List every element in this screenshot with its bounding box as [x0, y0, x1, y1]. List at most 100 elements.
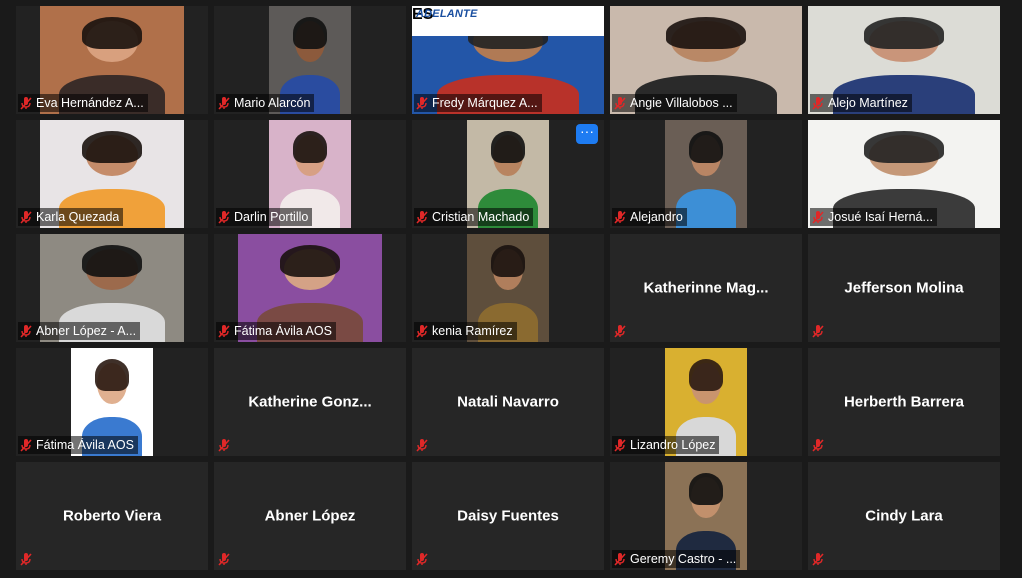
participant-name: Fredy Márquez A...: [432, 96, 538, 110]
participant-name-label: [414, 550, 434, 568]
participant-tile-eva-hernandez-a[interactable]: Eva Hernández A...: [16, 6, 208, 114]
muted-mic-icon: [18, 437, 34, 453]
participant-name-label: [216, 436, 236, 454]
participant-name-label: [216, 550, 236, 568]
participant-name: Darlin Portillo: [234, 210, 309, 224]
muted-mic-icon: [18, 551, 34, 567]
participant-name: Fátima Ávila AOS: [36, 438, 134, 452]
participant-name-label: Alejandro: [612, 208, 687, 226]
participant-name: Abner López - A...: [36, 324, 137, 338]
banner-text: ADELANTE: [416, 8, 478, 20]
muted-mic-icon: [216, 437, 232, 453]
participant-name: Lizandro López: [630, 438, 716, 452]
participant-name: kenia Ramírez: [432, 324, 513, 338]
participant-name-display: Daisy Fuentes: [457, 507, 559, 525]
background-banner: ADELANTE ES: [412, 6, 604, 37]
participant-name-display: Katherinne Mag...: [643, 279, 769, 297]
participant-tile-herberth-barrera[interactable]: Herberth Barrera: [808, 348, 1000, 456]
participant-name: Josué Isaí Herná...: [828, 210, 933, 224]
participant-tile-angie-villalobos[interactable]: Angie Villalobos ...: [610, 6, 802, 114]
muted-mic-icon: [810, 209, 826, 225]
participant-tile-alejandro[interactable]: Alejandro: [610, 120, 802, 228]
participant-tile-darlin-portillo[interactable]: Darlin Portillo: [214, 120, 406, 228]
participant-name-label: Abner López - A...: [18, 322, 141, 340]
participant-tile-daisy-fuentes[interactable]: Daisy Fuentes: [412, 462, 604, 570]
muted-mic-icon: [612, 323, 628, 339]
participant-tile-fatima-avila-aos[interactable]: Fátima Ávila AOS: [16, 348, 208, 456]
muted-mic-icon: [216, 209, 232, 225]
participant-name-label: Josué Isaí Herná...: [810, 208, 937, 226]
participant-name-display: Natali Navarro: [457, 393, 559, 411]
participant-name: Eva Hernández A...: [36, 96, 144, 110]
muted-mic-icon: [216, 95, 232, 111]
gallery-grid: Eva Hernández A... Mario Alarcón ADELANTE E…: [0, 0, 1022, 578]
participant-tile-fredy-marquez-a[interactable]: ADELANTE ES Fredy Márquez A...: [412, 6, 604, 114]
participant-tile-alejo-martinez[interactable]: Alejo Martínez: [808, 6, 1000, 114]
participant-tile-abner-lopez[interactable]: Abner López: [214, 462, 406, 570]
participant-tile-lizandro-lopez[interactable]: Lizandro López: [610, 348, 802, 456]
participant-name-display: Cindy Lara: [865, 507, 943, 525]
participant-name: Cristian Machado: [432, 210, 530, 224]
participant-name: Mario Alarcón: [234, 96, 311, 110]
participant-tile-jefferson-molina[interactable]: Jefferson Molina: [808, 234, 1000, 342]
participant-name-label: Alejo Martínez: [810, 94, 912, 112]
participant-name-label: Cristian Machado: [414, 208, 534, 226]
participant-name-label: Eva Hernández A...: [18, 94, 148, 112]
muted-mic-icon: [810, 95, 826, 111]
participant-name-label: Geremy Castro - ...: [612, 550, 741, 568]
participant-tile-katherinne-mag[interactable]: Katherinne Mag...: [610, 234, 802, 342]
participant-name: Angie Villalobos ...: [630, 96, 733, 110]
participant-name: Alejo Martínez: [828, 96, 908, 110]
more-options-button[interactable]: ···: [576, 124, 598, 144]
participant-name-display: Jefferson Molina: [844, 279, 964, 297]
muted-mic-icon: [414, 323, 430, 339]
participant-tile-cristian-machado[interactable]: Cristian Machado ···: [412, 120, 604, 228]
muted-mic-icon: [216, 323, 232, 339]
participant-tile-cindy-lara[interactable]: Cindy Lara: [808, 462, 1000, 570]
participant-name-label: [810, 322, 830, 340]
participant-name-label: Fátima Ávila AOS: [18, 436, 138, 454]
muted-mic-icon: [414, 437, 430, 453]
participant-name-label: Karla Quezada: [18, 208, 124, 226]
participant-name: Alejandro: [630, 210, 683, 224]
participant-name: Karla Quezada: [36, 210, 120, 224]
muted-mic-icon: [612, 209, 628, 225]
muted-mic-icon: [414, 209, 430, 225]
muted-mic-icon: [612, 551, 628, 567]
participant-name-display: Roberto Viera: [62, 507, 162, 525]
participant-name-label: Lizandro López: [612, 436, 720, 454]
participant-name-label: Darlin Portillo: [216, 208, 313, 226]
muted-mic-icon: [414, 95, 430, 111]
participant-name: Geremy Castro - ...: [630, 552, 737, 566]
participant-tile-katherine-gonz[interactable]: Katherine Gonz...: [214, 348, 406, 456]
participant-name-label: Fredy Márquez A...: [414, 94, 542, 112]
participant-name-display: Katherine Gonz...: [248, 393, 372, 411]
muted-mic-icon: [612, 95, 628, 111]
participant-name-label: kenia Ramírez: [414, 322, 517, 340]
participant-name-display: Abner López: [264, 507, 356, 525]
participant-tile-fatima-avila-aos[interactable]: Fátima Ávila AOS: [214, 234, 406, 342]
participant-tile-kenia-ramirez[interactable]: kenia Ramírez: [412, 234, 604, 342]
participant-tile-karla-quezada[interactable]: Karla Quezada: [16, 120, 208, 228]
muted-mic-icon: [810, 437, 826, 453]
participant-name-label: [810, 436, 830, 454]
muted-mic-icon: [612, 437, 628, 453]
participant-tile-natali-navarro[interactable]: Natali Navarro: [412, 348, 604, 456]
muted-mic-icon: [810, 551, 826, 567]
participant-name-display: Herberth Barrera: [843, 393, 965, 411]
participant-tile-josue-isai-herna[interactable]: Josué Isaí Herná...: [808, 120, 1000, 228]
participant-name-label: [18, 550, 38, 568]
participant-tile-abner-lopez-a[interactable]: Abner López - A...: [16, 234, 208, 342]
participant-name-label: [810, 550, 830, 568]
participant-tile-roberto-viera[interactable]: Roberto Viera: [16, 462, 208, 570]
muted-mic-icon: [18, 95, 34, 111]
participant-tile-mario-alarcon[interactable]: Mario Alarcón: [214, 6, 406, 114]
participant-name: Fátima Ávila AOS: [234, 324, 332, 338]
participant-name-label: Mario Alarcón: [216, 94, 315, 112]
muted-mic-icon: [216, 551, 232, 567]
participant-name-label: Angie Villalobos ...: [612, 94, 737, 112]
muted-mic-icon: [18, 323, 34, 339]
participant-tile-geremy-castro[interactable]: Geremy Castro - ...: [610, 462, 802, 570]
participant-name-label: [414, 436, 434, 454]
muted-mic-icon: [414, 551, 430, 567]
